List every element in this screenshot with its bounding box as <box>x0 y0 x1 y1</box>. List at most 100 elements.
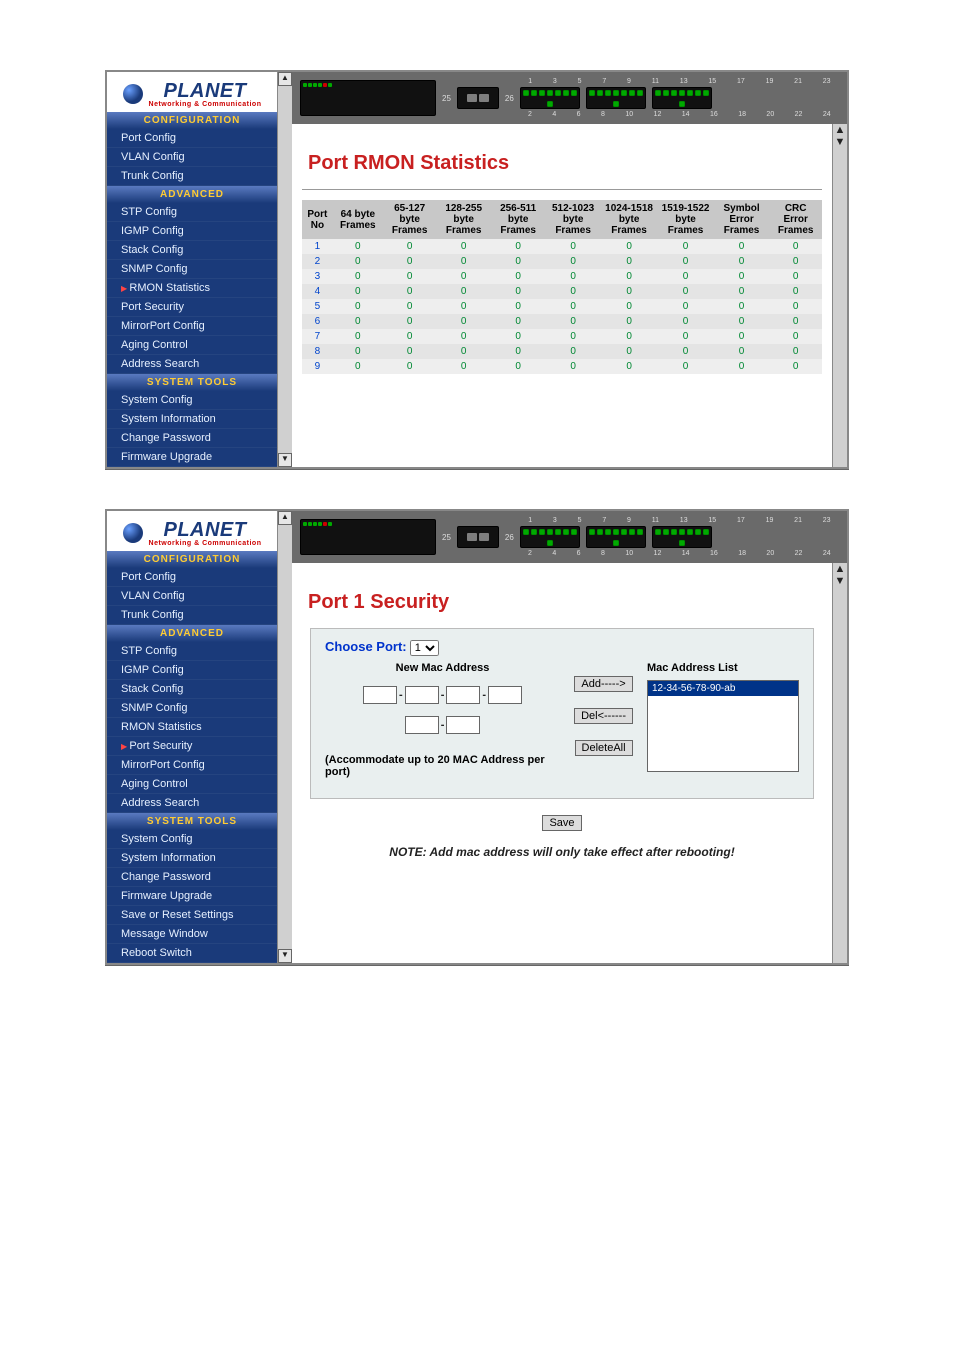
sidebar-item[interactable]: MirrorPort Config <box>107 756 277 775</box>
sidebar-item[interactable]: SNMP Config <box>107 260 277 279</box>
mac-list-item[interactable]: 12-34-56-78-90-ab <box>648 681 798 696</box>
sidebar-item[interactable]: System Config <box>107 830 277 849</box>
sidebar-item[interactable]: Address Search <box>107 355 277 374</box>
mac-address-list[interactable]: 12-34-56-78-90-ab <box>647 680 799 772</box>
sidebar-item[interactable]: Stack Config <box>107 241 277 260</box>
scroll-up-icon[interactable]: ▲ <box>835 563 846 575</box>
sidebar-scrollbar[interactable]: ▲ ▼ <box>277 511 292 963</box>
del-button[interactable]: Del<------ <box>574 708 633 724</box>
port-number-label: 7 <box>602 517 606 524</box>
value-cell: 0 <box>714 254 770 269</box>
port-cell[interactable]: 4 <box>302 284 333 299</box>
table-header: 1519-1522 byte Frames <box>657 200 713 239</box>
sidebar-item[interactable]: RMON Statistics <box>107 718 277 737</box>
value-cell: 0 <box>436 314 491 329</box>
port-number-label: 14 <box>682 550 690 557</box>
value-cell: 0 <box>333 359 383 374</box>
sidebar-item[interactable]: Trunk Config <box>107 606 277 625</box>
sidebar-item[interactable]: Reboot Switch <box>107 944 277 963</box>
add-button[interactable]: Add-----> <box>574 676 632 692</box>
sidebar-item[interactable]: SNMP Config <box>107 699 277 718</box>
sidebar-item[interactable]: System Information <box>107 410 277 429</box>
sidebar-item[interactable]: Port Config <box>107 568 277 587</box>
scroll-up-icon[interactable]: ▲ <box>278 511 292 525</box>
sidebar-item[interactable]: Message Window <box>107 925 277 944</box>
port-cell[interactable]: 2 <box>302 254 333 269</box>
port-cell[interactable]: 5 <box>302 299 333 314</box>
sidebar-item[interactable]: Port Config <box>107 129 277 148</box>
sidebar-item[interactable]: Address Search <box>107 794 277 813</box>
port-cell[interactable]: 7 <box>302 329 333 344</box>
save-button[interactable]: Save <box>542 815 581 831</box>
sidebar-item[interactable]: Trunk Config <box>107 167 277 186</box>
scroll-down-icon[interactable]: ▼ <box>278 949 292 963</box>
sidebar: PLANET Networking & Communication CONFIG… <box>107 511 277 963</box>
scroll-down-icon[interactable]: ▼ <box>835 136 846 148</box>
value-cell: 0 <box>333 299 383 314</box>
mac-octet-input[interactable] <box>446 716 480 734</box>
sidebar-item[interactable]: IGMP Config <box>107 222 277 241</box>
value-cell: 0 <box>714 239 770 254</box>
value-cell: 0 <box>333 314 383 329</box>
mac-octet-input[interactable] <box>488 686 522 704</box>
content-scrollbar[interactable]: ▲ ▼ <box>832 124 847 467</box>
sidebar-item[interactable]: Aging Control <box>107 336 277 355</box>
value-cell: 0 <box>383 359 437 374</box>
sidebar-item[interactable]: Change Password <box>107 868 277 887</box>
value-cell: 0 <box>436 239 491 254</box>
sidebar-scrollbar[interactable]: ▲ ▼ <box>277 72 292 467</box>
content-scrollbar[interactable]: ▲ ▼ <box>832 563 847 963</box>
value-cell: 0 <box>545 299 601 314</box>
nav-section-header: SYSTEM TOOLS <box>107 813 277 830</box>
nav-section-header: ADVANCED <box>107 186 277 203</box>
value-cell: 0 <box>545 344 601 359</box>
device-mini-icon <box>300 80 436 116</box>
sidebar-item[interactable]: Firmware Upgrade <box>107 448 277 467</box>
sidebar-item[interactable]: VLAN Config <box>107 587 277 606</box>
port-cell[interactable]: 3 <box>302 269 333 284</box>
sidebar-item[interactable]: VLAN Config <box>107 148 277 167</box>
sidebar-item[interactable]: Firmware Upgrade <box>107 887 277 906</box>
sidebar-item[interactable]: RMON Statistics <box>107 279 277 298</box>
port-cell[interactable]: 9 <box>302 359 333 374</box>
brand-tagline: Networking & Communication <box>149 101 262 108</box>
port-number-label: 11 <box>652 517 659 524</box>
port-number-label: 3 <box>553 517 557 524</box>
value-cell: 0 <box>769 329 822 344</box>
mac-octet-input[interactable] <box>446 686 480 704</box>
sidebar-item[interactable]: Aging Control <box>107 775 277 794</box>
scroll-down-icon[interactable]: ▼ <box>278 453 292 467</box>
sidebar-item[interactable]: Stack Config <box>107 680 277 699</box>
sidebar-item[interactable]: Change Password <box>107 429 277 448</box>
sidebar-item[interactable]: Port Security <box>107 298 277 317</box>
mac-octet-input[interactable] <box>363 686 397 704</box>
sidebar-item[interactable]: Save or Reset Settings <box>107 906 277 925</box>
choose-port-select[interactable]: 1 <box>410 640 439 656</box>
sidebar-item[interactable]: MirrorPort Config <box>107 317 277 336</box>
delete-all-button[interactable]: DeleteAll <box>575 740 633 756</box>
port-cell[interactable]: 6 <box>302 314 333 329</box>
device-banner: 25 26 1357911131517192123 24681012141618… <box>292 72 847 124</box>
mac-octet-input[interactable] <box>405 686 439 704</box>
sidebar-item[interactable]: IGMP Config <box>107 661 277 680</box>
value-cell: 0 <box>714 329 770 344</box>
value-cell: 0 <box>657 254 713 269</box>
screenshot-rmon: PLANET Networking & Communication CONFIG… <box>105 70 849 469</box>
port-number-label: 17 <box>737 78 745 85</box>
new-mac-heading: New Mac Address <box>325 662 560 674</box>
sidebar-item[interactable]: STP Config <box>107 642 277 661</box>
sidebar-item[interactable]: Port Security <box>107 737 277 756</box>
value-cell: 0 <box>714 314 770 329</box>
brand-tagline: Networking & Communication <box>149 540 262 547</box>
choose-port-label: Choose Port: <box>325 639 407 654</box>
scroll-up-icon[interactable]: ▲ <box>835 124 846 136</box>
mac-octet-input[interactable] <box>405 716 439 734</box>
sidebar-item[interactable]: System Config <box>107 391 277 410</box>
scroll-up-icon[interactable]: ▲ <box>278 72 292 86</box>
sidebar-item[interactable]: STP Config <box>107 203 277 222</box>
sidebar-item[interactable]: System Information <box>107 849 277 868</box>
port-cell[interactable]: 8 <box>302 344 333 359</box>
port-cell[interactable]: 1 <box>302 239 333 254</box>
scroll-down-icon[interactable]: ▼ <box>835 575 846 587</box>
content-area: Port RMON Statistics Port No64 byte Fram… <box>292 124 832 467</box>
